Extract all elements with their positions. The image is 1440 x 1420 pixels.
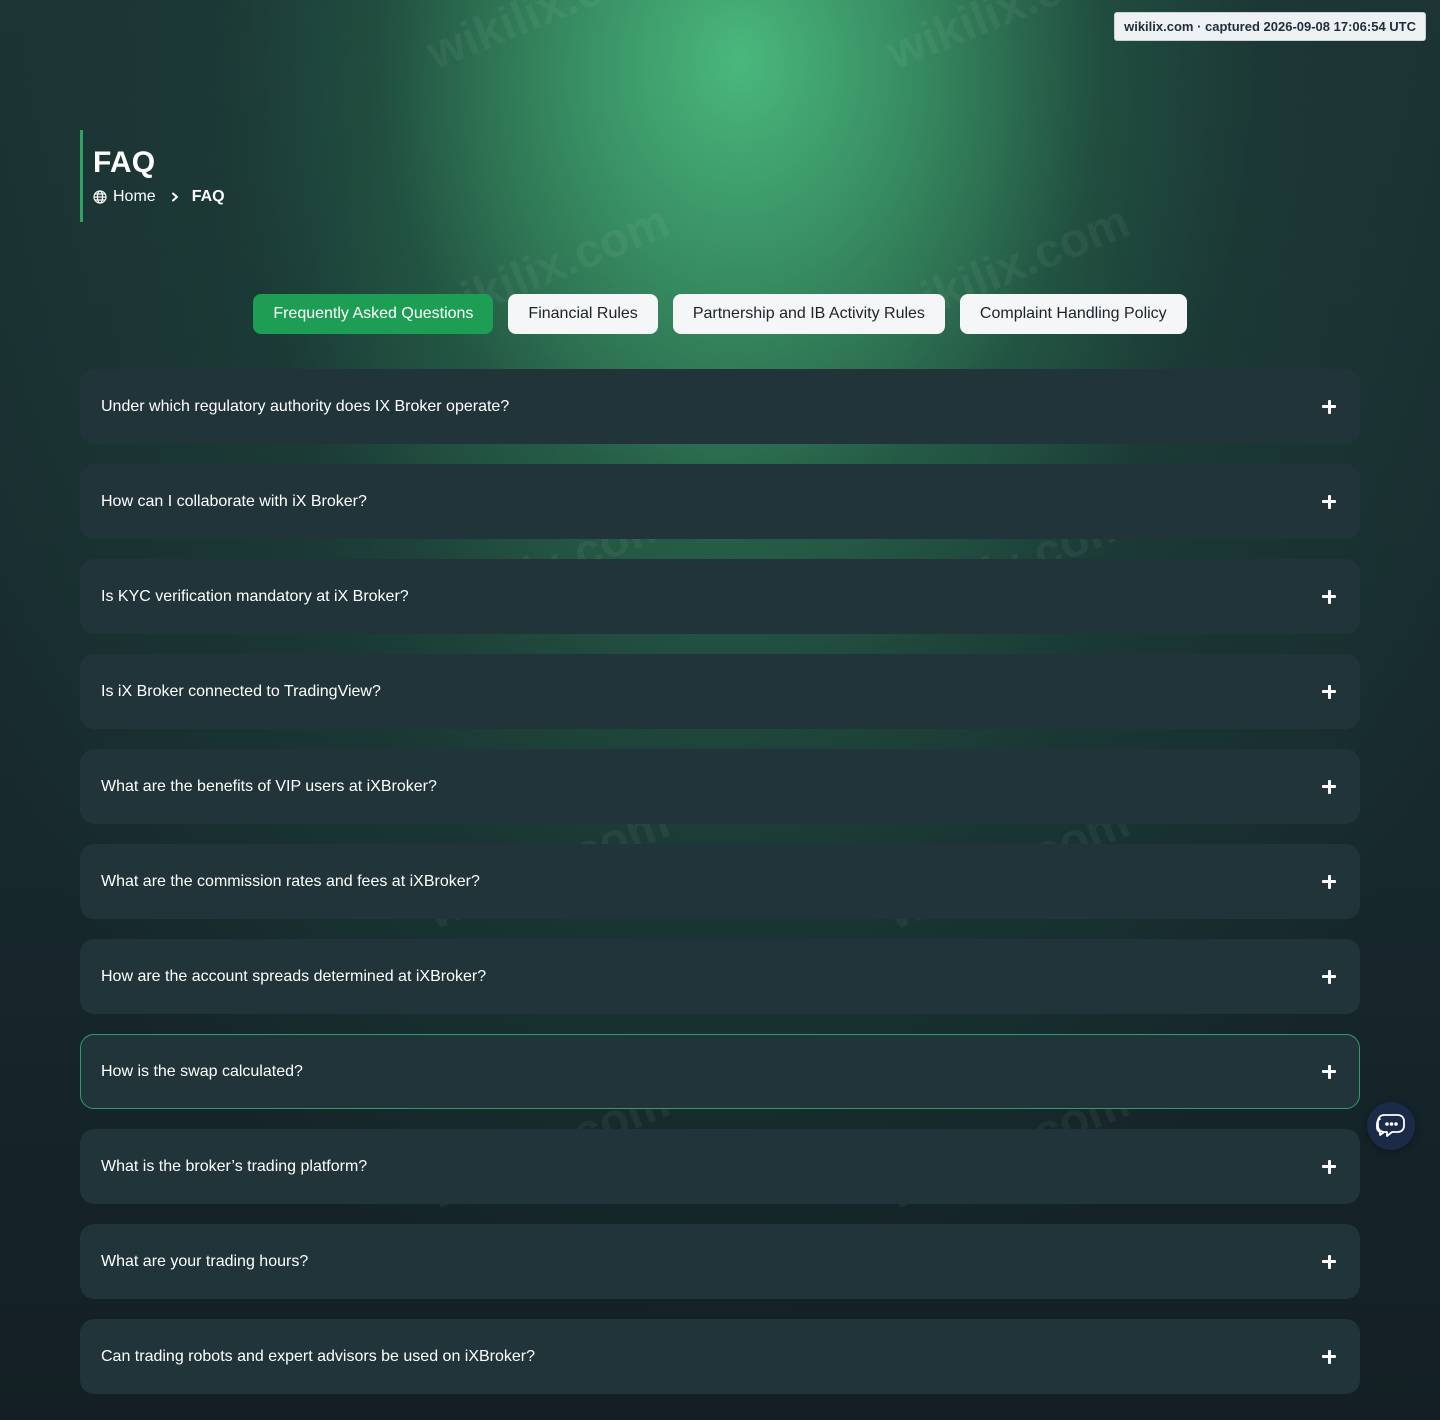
faq-item-focused[interactable]: How is the swap calculated?: [80, 1034, 1360, 1109]
tab-frequently-asked-questions[interactable]: Frequently Asked Questions: [253, 294, 494, 334]
faq-item[interactable]: How are the account spreads determined a…: [80, 939, 1360, 1014]
faq-question: Is KYC verification mandatory at iX Brok…: [101, 587, 409, 605]
plus-icon[interactable]: [1321, 1349, 1337, 1365]
faq-question: How can I collaborate with iX Broker?: [101, 492, 367, 510]
faq-item[interactable]: Can trading robots and expert advisors b…: [80, 1319, 1360, 1394]
plus-icon[interactable]: [1321, 399, 1337, 415]
plus-icon[interactable]: [1321, 494, 1337, 510]
faq-item[interactable]: How can I collaborate with iX Broker?: [80, 464, 1360, 539]
plus-icon[interactable]: [1321, 779, 1337, 795]
faq-item[interactable]: Is KYC verification mandatory at iX Brok…: [80, 559, 1360, 634]
faq-question: What are your trading hours?: [101, 1252, 309, 1270]
faq-question: Is iX Broker connected to TradingView?: [101, 682, 381, 700]
chat-widget-button[interactable]: [1367, 1102, 1415, 1150]
plus-icon[interactable]: [1321, 1064, 1337, 1080]
faq-question: Can trading robots and expert advisors b…: [101, 1347, 536, 1365]
tab-financial-rules[interactable]: Financial Rules: [508, 294, 658, 334]
faq-item[interactable]: What are the commission rates and fees a…: [80, 844, 1360, 919]
faq-list: Under which regulatory authority does IX…: [80, 369, 1360, 1414]
faq-question: Under which regulatory authority does IX…: [101, 397, 510, 415]
faq-item[interactable]: Is iX Broker connected to TradingView?: [80, 654, 1360, 729]
faq-item[interactable]: What are your trading hours?: [80, 1224, 1360, 1299]
faq-question: How is the swap calculated?: [101, 1062, 303, 1080]
tab-partnership-ib-activity-rules[interactable]: Partnership and IB Activity Rules: [672, 294, 945, 334]
tab-complaint-handling-policy[interactable]: Complaint Handling Policy: [959, 294, 1187, 334]
breadcrumb: Home FAQ: [93, 188, 225, 206]
capture-badge: wikilix.com · captured 2026-09-08 17:06:…: [1114, 12, 1426, 41]
faq-question: What is the broker’s trading platform?: [101, 1157, 368, 1175]
faq-item[interactable]: What are the benefits of VIP users at iX…: [80, 749, 1360, 824]
breadcrumb-home-link[interactable]: Home: [113, 188, 156, 206]
plus-icon[interactable]: [1321, 684, 1337, 700]
faq-question: What are the commission rates and fees a…: [101, 872, 480, 890]
faq-question: How are the account spreads determined a…: [101, 967, 487, 985]
plus-icon[interactable]: [1321, 874, 1337, 890]
plus-icon[interactable]: [1321, 1159, 1337, 1175]
faq-item[interactable]: What is the broker’s trading platform?: [80, 1129, 1360, 1204]
globe-icon: [93, 190, 107, 204]
faq-category-tabs: Frequently Asked Questions Financial Rul…: [0, 294, 1440, 334]
breadcrumb-current: FAQ: [191, 188, 225, 205]
page-header: FAQ Home FAQ: [80, 130, 225, 222]
chevron-right-icon: [170, 192, 180, 202]
faq-question: What are the benefits of VIP users at iX…: [101, 777, 437, 795]
page-title: FAQ: [93, 146, 156, 179]
plus-icon[interactable]: [1321, 589, 1337, 605]
chat-bubbles-icon: [1376, 1114, 1405, 1137]
plus-icon[interactable]: [1321, 969, 1337, 985]
faq-item[interactable]: Under which regulatory authority does IX…: [80, 369, 1360, 444]
plus-icon[interactable]: [1321, 1254, 1337, 1270]
